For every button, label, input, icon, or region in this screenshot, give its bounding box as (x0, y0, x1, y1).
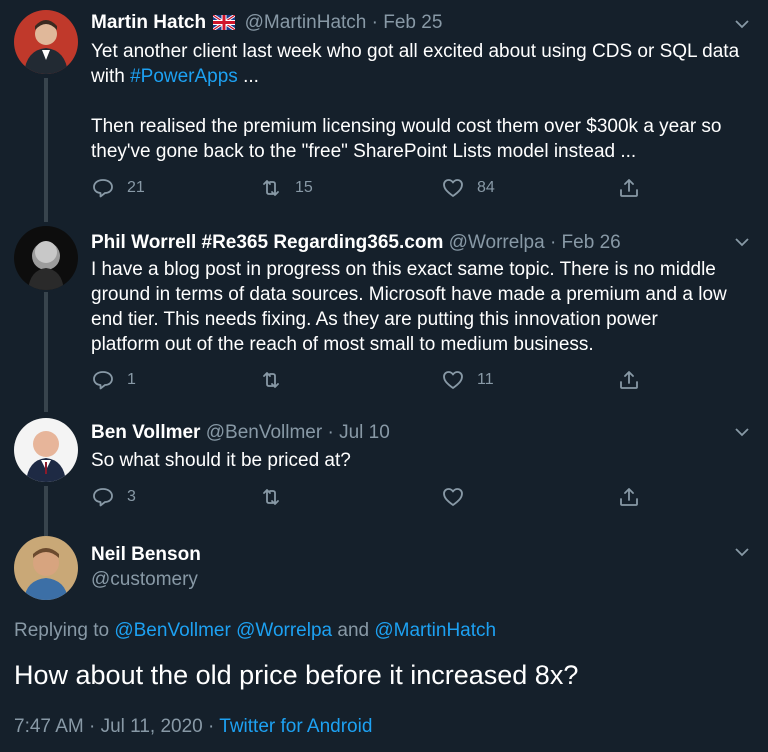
tweet-actions: 3 (91, 485, 651, 509)
hashtag-link[interactable]: #PowerApps (130, 66, 238, 87)
tweet-text-line: with #PowerApps ... (91, 64, 756, 89)
uk-flag-icon (212, 13, 237, 36)
like-icon (443, 179, 463, 197)
separator-dot: · (371, 12, 378, 33)
reply-count: 3 (127, 488, 136, 505)
chevron-down-icon[interactable] (734, 424, 750, 440)
tweet-actions: 1 11 (91, 368, 651, 392)
tweet-header: Ben Vollmer @BenVollmer · Jul 10 (91, 422, 390, 444)
tweet-text-line: So what should it be priced at? (91, 450, 351, 471)
retweet-icon (263, 372, 279, 388)
separator-dot: · (89, 716, 96, 737)
reply-count: 21 (127, 179, 145, 196)
avatar[interactable] (14, 418, 78, 482)
replying-to: Replying to @BenVollmer @Worrelpa and @M… (14, 620, 496, 642)
retweet-icon (263, 489, 279, 505)
user-name[interactable]: Neil Benson (91, 544, 201, 566)
tweet-text-line: platform out of the reach of most small … (91, 334, 594, 355)
user-handle[interactable]: @MartinHatch (245, 12, 367, 33)
avatar[interactable] (14, 226, 78, 290)
retweet-button[interactable]: 15 (259, 176, 313, 200)
share-button[interactable] (617, 368, 653, 392)
tweet-text-line: Then realised the premium licensing woul… (91, 116, 722, 137)
like-icon (443, 488, 463, 506)
tweet-date[interactable]: Feb 26 (562, 232, 621, 253)
mention-link[interactable]: @Worrelpa (236, 620, 332, 641)
tweet-source[interactable]: Twitter for Android (219, 716, 372, 737)
chevron-down-icon[interactable] (734, 16, 750, 32)
tweet-header: Phil Worrell #Re365 Regarding365.com @Wo… (91, 232, 621, 254)
avatar[interactable] (14, 10, 78, 74)
tweet-date[interactable]: Jul 10 (339, 422, 390, 443)
tweet-text-line: end tier. This needs fixing. As they are… (91, 309, 658, 330)
tweet-martin-hatch[interactable]: Martin Hatch @MartinHatch · Feb 25 Yet a… (0, 0, 768, 222)
replying-and: and (337, 620, 370, 641)
main-tweet-text: How about the old price before it increa… (14, 660, 579, 690)
tweet-meta: 7:47 AM · Jul 11, 2020 · Twitter for And… (14, 716, 372, 738)
tweet-full-date[interactable]: Jul 11, 2020 (101, 716, 203, 737)
tweet-phil-worrell[interactable]: Phil Worrell #Re365 Regarding365.com @Wo… (0, 222, 768, 412)
user-handle[interactable]: @Worrelpa (449, 232, 545, 253)
tweet-date[interactable]: Feb 25 (383, 12, 442, 33)
like-count: 84 (477, 179, 495, 196)
tweet-actions: 21 15 84 (91, 176, 651, 200)
like-icon (443, 371, 463, 389)
reply-button[interactable]: 21 (91, 176, 145, 200)
share-button[interactable] (617, 176, 653, 200)
user-name[interactable]: Phil Worrell #Re365 Regarding365.com (91, 232, 443, 253)
share-icon (620, 371, 638, 389)
user-name[interactable]: Martin Hatch (91, 12, 206, 33)
like-button[interactable]: 11 (441, 368, 494, 392)
thread-line (44, 78, 48, 222)
like-button[interactable] (441, 485, 477, 509)
tweet-text: I have a blog post in progress on this e… (91, 257, 756, 357)
user-handle[interactable]: @BenVollmer (206, 422, 322, 443)
replying-prefix: Replying to (14, 620, 115, 641)
tweet-text: So what should it be priced at? (91, 448, 756, 473)
reply-button[interactable]: 1 (91, 368, 136, 392)
separator-dot: · (208, 716, 215, 737)
mention-link[interactable]: @MartinHatch (374, 620, 496, 641)
tweet-text-line: I have a blog post in progress on this e… (91, 259, 716, 280)
reply-button[interactable]: 3 (91, 485, 136, 509)
share-icon (620, 179, 638, 197)
like-button[interactable]: 84 (441, 176, 495, 200)
share-button[interactable] (617, 485, 653, 509)
reply-icon (93, 371, 113, 390)
user-name[interactable]: Ben Vollmer (91, 422, 200, 443)
thread-line (44, 486, 48, 536)
mention-link[interactable]: @BenVollmer (114, 620, 230, 641)
share-icon (620, 488, 638, 506)
reply-count: 1 (127, 371, 136, 388)
separator-dot: · (327, 422, 334, 443)
tweet-text-line: Yet another client last week who got all… (91, 41, 740, 62)
retweet-button[interactable] (259, 485, 295, 509)
tweet-text-line: they've gone back to the "free" SharePoi… (91, 141, 637, 162)
tweet-header: Martin Hatch @MartinHatch · Feb 25 (91, 12, 442, 36)
like-count: 11 (477, 371, 494, 388)
separator-dot: · (549, 232, 557, 253)
chevron-down-icon[interactable] (734, 544, 750, 560)
user-handle[interactable]: @customery (91, 569, 198, 591)
chevron-down-icon[interactable] (734, 234, 750, 250)
retweet-count: 15 (295, 179, 313, 196)
reply-icon (93, 488, 113, 507)
tweet-ben-vollmer[interactable]: Ben Vollmer @BenVollmer · Jul 10 So what… (0, 412, 768, 536)
reply-icon (93, 179, 113, 198)
avatar[interactable] (14, 536, 78, 600)
retweet-icon (263, 180, 279, 196)
retweet-button[interactable] (259, 368, 295, 392)
thread-line (44, 292, 48, 412)
tweet-text-line: ground in terms of data sources. Microso… (91, 284, 727, 305)
text-fragment: with (91, 66, 131, 87)
tweet-text: Yet another client last week who got all… (91, 39, 756, 164)
text-fragment: ... (237, 66, 259, 87)
tweet-time[interactable]: 7:47 AM (14, 716, 84, 737)
